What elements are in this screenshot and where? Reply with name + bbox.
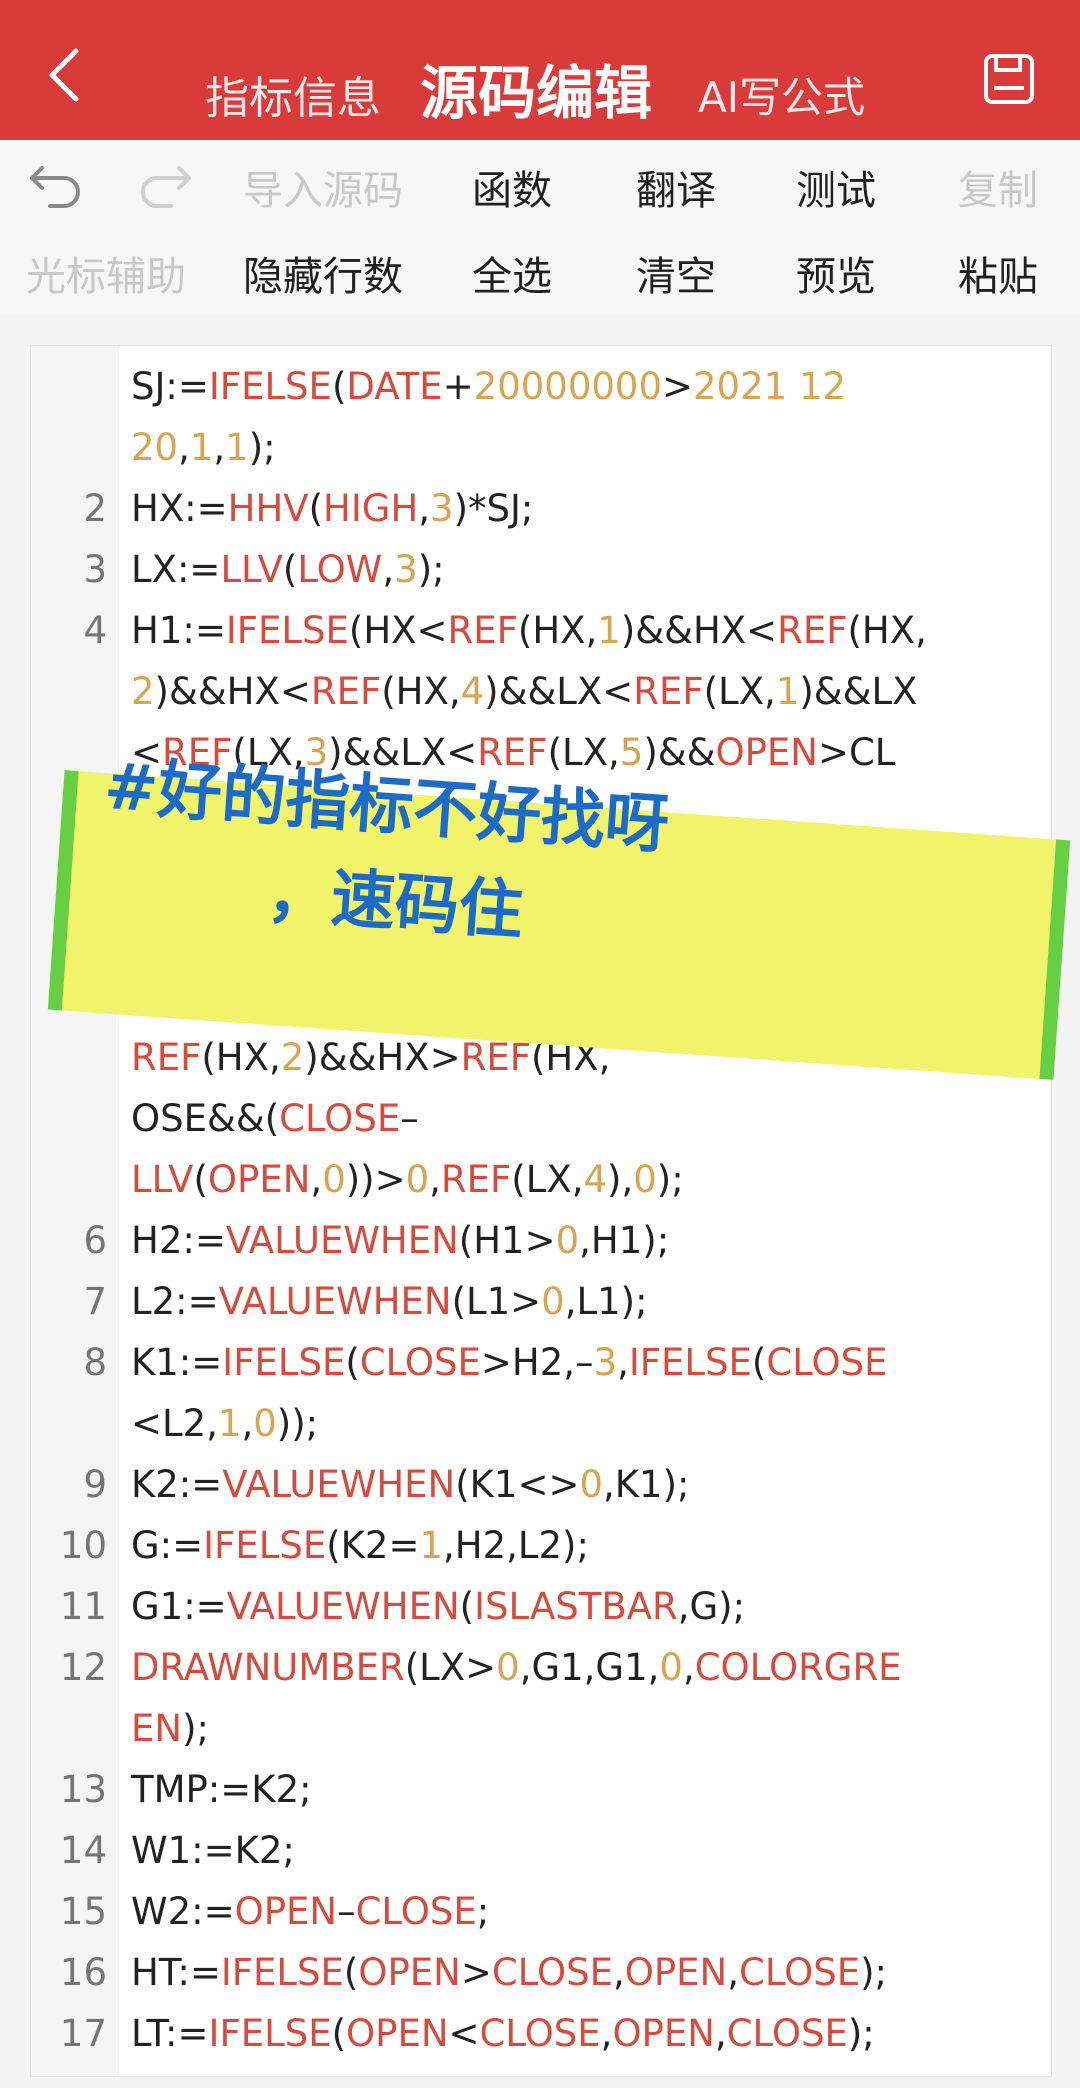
line-number: 3 — [83, 548, 107, 591]
code-line: 4 H1:=IFELSE(HX<REF(HX,1)&&HX<REF(HX, — [31, 600, 1051, 661]
code-line: 6 H2:=VALUEWHEN(H1>0,H1); — [31, 1210, 1051, 1271]
code-line: 2)&&HX<REF(HX,4)&&LX<REF(LX,1)&&LX — [31, 661, 1051, 722]
code-text: H1:=IFELSE(HX<REF(HX,1)&&HX<REF(HX, — [131, 609, 927, 652]
code-text: LT:=IFELSE(OPEN<CLOSE,OPEN,CLOSE); — [131, 2012, 875, 2055]
tab-indicator-info[interactable]: 指标信息 — [205, 62, 381, 126]
code-line: OSE&&(CLOSE– — [31, 1088, 1051, 1149]
code-line: 9 K2:=VALUEWHEN(K1<>0,K1); — [31, 1454, 1051, 1515]
line-number: 15 — [59, 1890, 107, 1933]
code-text: EN); — [131, 1707, 209, 1750]
test-button[interactable]: 测试 — [796, 158, 876, 216]
line-number: 13 — [59, 1768, 107, 1811]
line-number: 12 — [59, 1646, 107, 1689]
code-text: HT:=IFELSE(OPEN>CLOSE,OPEN,CLOSE); — [131, 1951, 888, 1994]
code-line: EN); — [31, 1698, 1051, 1759]
code-line: LLV(OPEN,0))>0,REF(LX,4),0); — [31, 1149, 1051, 1210]
code-text: <L2,1,0)); — [131, 1402, 319, 1445]
code-line: 16 HT:=IFELSE(OPEN>CLOSE,OPEN,CLOSE); — [31, 1942, 1051, 2003]
code-line: 14 W1:=K2; — [31, 1820, 1051, 1881]
code-text: DRAWNUMBER(LX>0,G1,G1,0,COLORGRE — [131, 1646, 902, 1689]
code-editor[interactable]: SJ:=IFELSE(DATE+20000000>2021 12 20,1,1);… — [30, 345, 1052, 2077]
code-text: LLV(OPEN,0))>0,REF(LX,4),0); — [131, 1158, 684, 1201]
preview-button[interactable]: 预览 — [796, 244, 876, 302]
code-text: 2)&&HX<REF(HX,4)&&LX<REF(LX,1)&&LX — [131, 670, 918, 713]
undo-icon[interactable] — [26, 158, 86, 208]
code-text: SJ:=IFELSE(DATE+20000000>2021 12 — [131, 365, 847, 408]
code-text: K2:=VALUEWHEN(K1<>0,K1); — [131, 1463, 690, 1506]
select-all-button[interactable]: 全选 — [472, 244, 552, 302]
line-number: 10 — [59, 1524, 107, 1567]
code-line: 11 G1:=VALUEWHEN(ISLASTBAR,G); — [31, 1576, 1051, 1637]
code-line: 12 DRAWNUMBER(LX>0,G1,G1,0,COLORGRE — [31, 1637, 1051, 1698]
code-text: LX:=LLV(LOW,3); — [131, 548, 445, 591]
tab-ai-formula[interactable]: AI写公式 — [698, 64, 865, 125]
line-number: 4 — [83, 609, 107, 652]
code-line: 15 W2:=OPEN–CLOSE; — [31, 1881, 1051, 1942]
line-number: 11 — [59, 1585, 107, 1628]
code-text: H2:=VALUEWHEN(H1>0,H1); — [131, 1219, 670, 1262]
back-arrow-icon[interactable] — [40, 45, 90, 105]
header-bar: 指标信息 源码编辑 AI写公式 — [0, 0, 1080, 140]
code-line: 8 K1:=IFELSE(CLOSE>H2,–3,IFELSE(CLOSE — [31, 1332, 1051, 1393]
code-line: 20,1,1); — [31, 417, 1051, 478]
code-text: OSE&&(CLOSE– — [131, 1097, 419, 1140]
save-icon[interactable] — [982, 52, 1036, 106]
code-text: HX:=HHV(HIGH,3)*SJ; — [131, 487, 534, 530]
code-text: TMP:=K2; — [131, 1768, 312, 1811]
redo-icon[interactable] — [135, 158, 195, 208]
import-source-button[interactable]: 导入源码 — [243, 158, 403, 216]
code-line: 2 HX:=HHV(HIGH,3)*SJ; — [31, 478, 1051, 539]
code-text: G1:=VALUEWHEN(ISLASTBAR,G); — [131, 1585, 746, 1628]
code-text: G:=IFELSE(K2=1,H2,L2); — [131, 1524, 589, 1567]
code-line: <L2,1,0)); — [31, 1393, 1051, 1454]
copy-button[interactable]: 复制 — [958, 158, 1038, 216]
paste-button[interactable]: 粘贴 — [958, 244, 1038, 302]
line-number: 16 — [59, 1951, 107, 1994]
tab-source-edit[interactable]: 源码编辑 — [420, 46, 652, 130]
code-line: 17 LT:=IFELSE(OPEN<CLOSE,OPEN,CLOSE); — [31, 2003, 1051, 2064]
line-number: 8 — [83, 1341, 107, 1384]
hide-line-numbers-button[interactable]: 隐藏行数 — [243, 244, 403, 302]
code-text: W2:=OPEN–CLOSE; — [131, 1890, 490, 1933]
line-number: 2 — [83, 487, 107, 530]
functions-button[interactable]: 函数 — [472, 158, 552, 216]
cursor-assist-button[interactable]: 光标辅助 — [26, 244, 186, 302]
line-number: 14 — [59, 1829, 107, 1872]
code-text: W1:=K2; — [131, 1829, 295, 1872]
code-text: K1:=IFELSE(CLOSE>H2,–3,IFELSE(CLOSE — [131, 1341, 888, 1384]
code-line: 3 LX:=LLV(LOW,3); — [31, 539, 1051, 600]
translate-button[interactable]: 翻译 — [636, 158, 716, 216]
code-text: 20,1,1); — [131, 426, 276, 469]
code-line: 13 TMP:=K2; — [31, 1759, 1051, 1820]
line-number: 7 — [83, 1280, 107, 1323]
line-number: 6 — [83, 1219, 107, 1262]
line-number: 17 — [59, 2012, 107, 2055]
code-line: SJ:=IFELSE(DATE+20000000>2021 12 — [31, 356, 1051, 417]
code-line: 10 G:=IFELSE(K2=1,H2,L2); — [31, 1515, 1051, 1576]
clear-button[interactable]: 清空 — [636, 244, 716, 302]
code-text: L2:=VALUEWHEN(L1>0,L1); — [131, 1280, 648, 1323]
line-number: 9 — [83, 1463, 107, 1506]
code-line: 7 L2:=VALUEWHEN(L1>0,L1); — [31, 1271, 1051, 1332]
